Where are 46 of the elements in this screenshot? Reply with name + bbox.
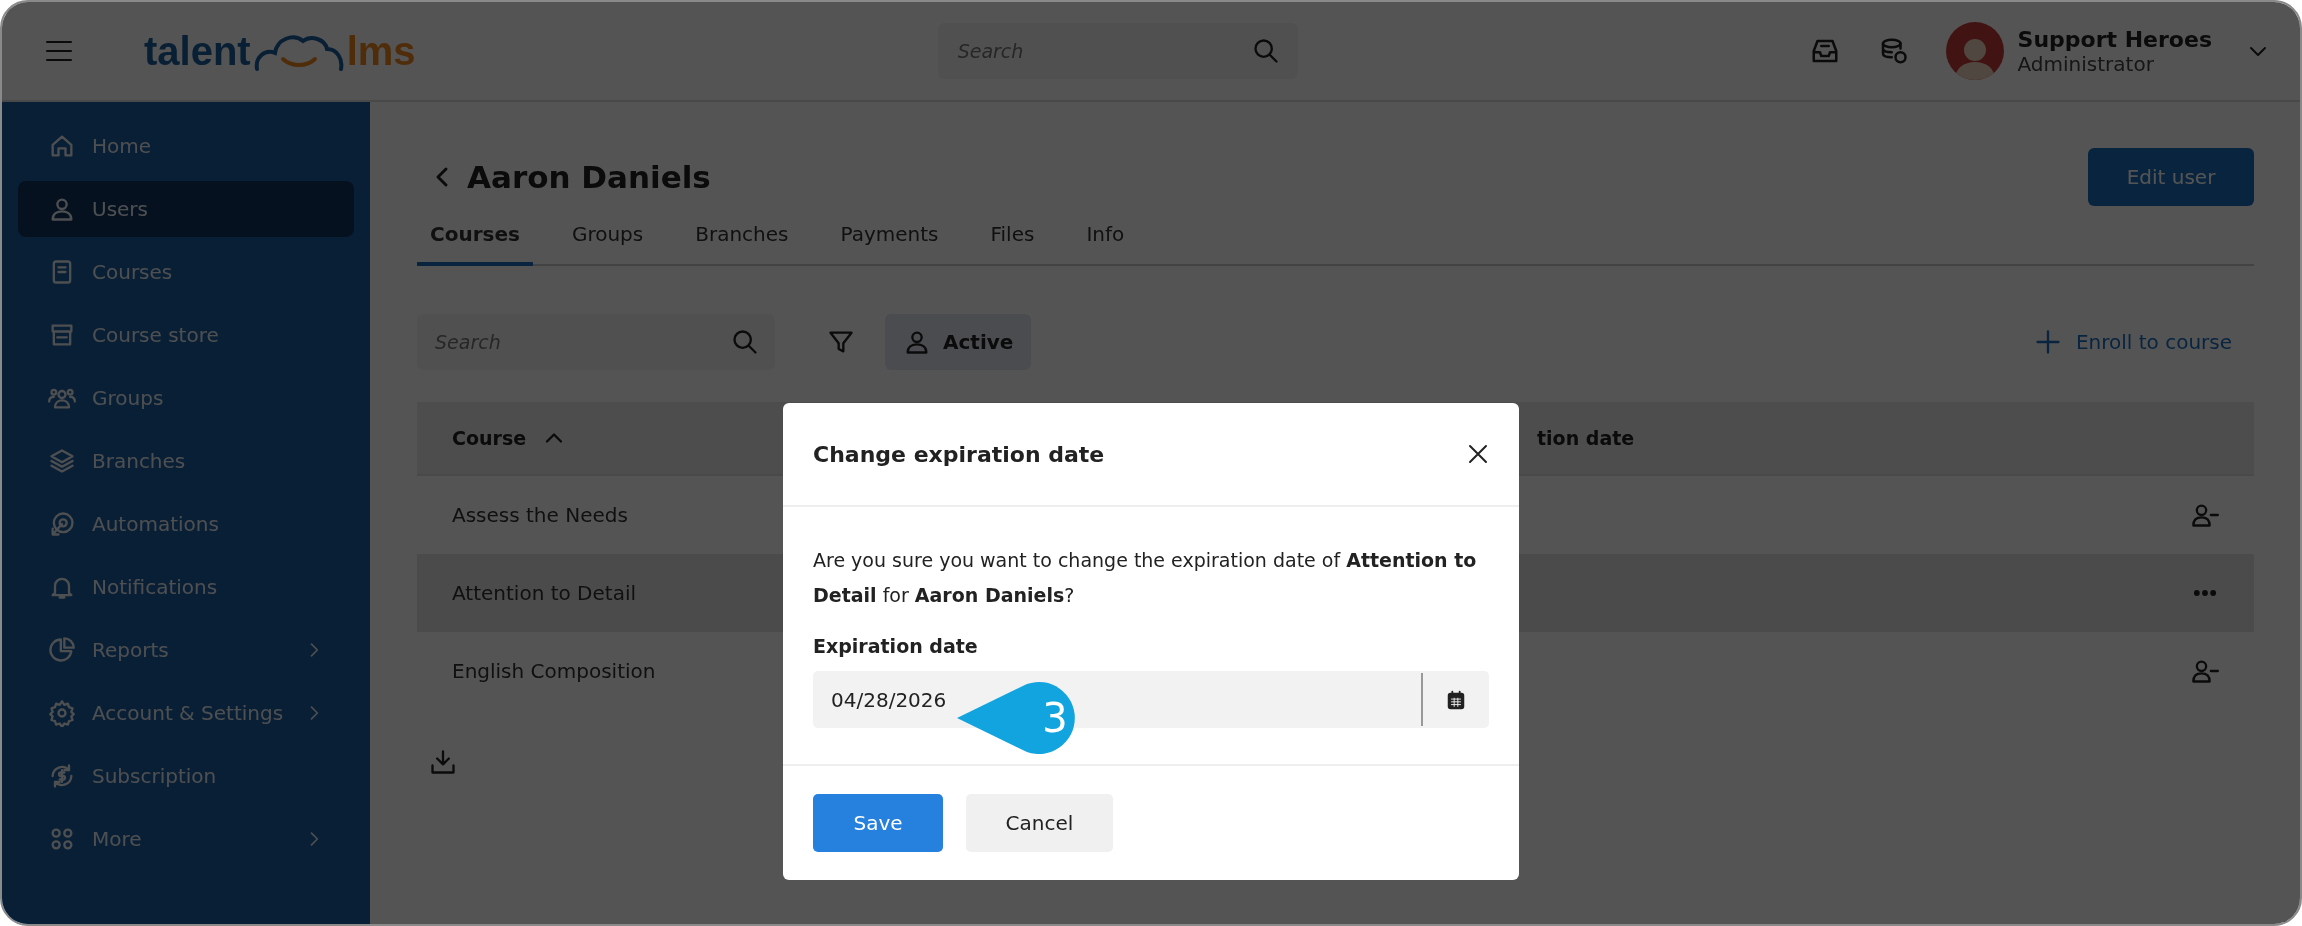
column-header[interactable]: Course (452, 427, 527, 449)
cancel-button[interactable]: Cancel (966, 794, 1113, 852)
tab[interactable]: Files (977, 210, 1048, 266)
close-icon[interactable] (1467, 443, 1489, 465)
plus-icon (2033, 328, 2062, 356)
page-title: Aaron Daniels (467, 159, 712, 195)
menu-icon[interactable] (46, 40, 72, 62)
tab[interactable]: Branches (682, 210, 802, 266)
sidebar-item[interactable]: Groups (18, 370, 354, 426)
tab[interactable]: Info (1073, 210, 1138, 266)
tab[interactable]: Payments (827, 210, 952, 266)
pie-chart-icon (48, 636, 76, 664)
edit-user-button[interactable]: Edit user (2088, 148, 2254, 206)
field-label: Expiration date (813, 635, 979, 657)
target-arrow-icon (48, 510, 76, 538)
dialog-message: Are you sure you want to change the expiration date of Attention to Detail for Aaron Daniels? (813, 548, 1478, 608)
logo[interactable]: talent lms (144, 28, 416, 74)
sidebar-item[interactable]: Reports (18, 622, 354, 678)
search-icon[interactable] (731, 328, 759, 356)
table-cell-text: English Composition (452, 658, 657, 685)
tab[interactable]: Groups (558, 210, 657, 266)
column-header: tion date (1537, 427, 1635, 449)
callout-number: 3 (1041, 694, 1069, 743)
enroll-link[interactable]: Enroll to course (2033, 328, 2232, 356)
settings-icon (48, 699, 76, 727)
search-icon[interactable] (1251, 37, 1280, 65)
sidebar-item[interactable]: Users (18, 181, 354, 237)
sidebar-item[interactable]: Branches (18, 433, 354, 489)
dialog-title: Change expiration date (813, 441, 1106, 467)
calendar-icon (1445, 688, 1467, 711)
sidebar-item[interactable]: Home (18, 118, 354, 174)
sidebar-item[interactable]: Subscription (18, 748, 354, 804)
sidebar-item[interactable]: Automations (18, 496, 354, 552)
table-cell-text: Assess the Needs (452, 502, 629, 529)
sidebar-item[interactable]: More (18, 811, 354, 867)
sidebar-item[interactable]: Notifications (18, 559, 354, 615)
download-icon[interactable] (429, 748, 457, 776)
sidebar-item[interactable]: Course store (18, 307, 354, 363)
sidebar-item[interactable]: Account & Settings (18, 685, 354, 741)
sidebar-item[interactable]: Courses (18, 244, 354, 300)
status-filter[interactable]: Active (885, 314, 1032, 370)
user-role: Administrator (2017, 51, 2155, 76)
tab[interactable]: Courses (417, 210, 533, 266)
user-name: Support Heroes (2017, 26, 2212, 52)
save-button[interactable]: Save (813, 794, 943, 852)
layers-icon (48, 447, 76, 475)
